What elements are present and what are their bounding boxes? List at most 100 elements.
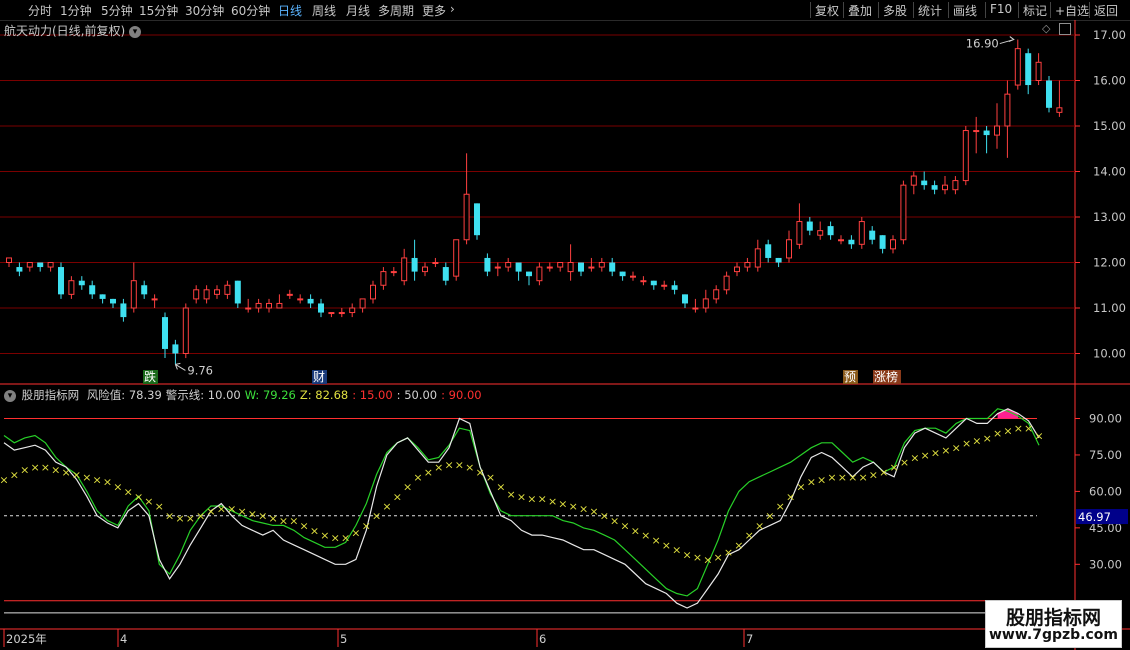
series-z-point: × xyxy=(237,505,246,518)
toolbar-button-8[interactable]: 返回 xyxy=(1094,2,1118,19)
series-z-point: × xyxy=(258,510,267,523)
candle-body-up xyxy=(255,302,262,309)
series-z-point: × xyxy=(941,444,950,457)
series-z-point: × xyxy=(745,529,754,542)
toolbar-separator xyxy=(810,2,811,18)
period-tab-1[interactable]: 1分钟 xyxy=(60,2,92,19)
candle-body-up xyxy=(422,266,428,273)
period-tab-8[interactable]: 月线 xyxy=(346,2,370,19)
series-z-point: × xyxy=(569,500,578,513)
toolbar-button-0[interactable]: 复权 xyxy=(815,2,839,19)
toolbar-button-4[interactable]: 画线 xyxy=(953,2,977,19)
kline-chart[interactable]: 17.00 16.00 15.00 14.00 13.00 12.00 11.00 10.00… xyxy=(0,20,1130,385)
indicator-tick-label: 90.00 xyxy=(1089,412,1122,426)
candle-body-down xyxy=(37,262,44,268)
series-z-point: × xyxy=(93,473,102,486)
toolbar-button-3[interactable]: 统计 xyxy=(918,2,942,19)
series-z-point: × xyxy=(496,481,505,494)
toolbar-button-5[interactable]: F10 xyxy=(990,2,1012,16)
toolbar-separator xyxy=(878,2,879,18)
candle-body-up xyxy=(900,184,907,241)
candle-body-up xyxy=(702,298,709,309)
candle-body-up xyxy=(598,262,605,268)
series-z-point: × xyxy=(289,515,298,528)
legend-item-6: : 90.00 xyxy=(441,388,482,402)
candle-body-up xyxy=(713,289,720,300)
series-z-point: × xyxy=(734,539,743,552)
series-z-point: × xyxy=(807,476,816,489)
candle-body-down xyxy=(1046,80,1052,108)
period-tab-10[interactable]: 更多 xyxy=(422,2,446,19)
toolbar-button-2[interactable]: 多股 xyxy=(883,2,907,19)
series-z-point: × xyxy=(424,466,433,479)
candle-body-down xyxy=(318,303,324,313)
period-tab-5[interactable]: 60分钟 xyxy=(231,2,270,19)
candle-body-up xyxy=(910,175,917,186)
candle-body-down xyxy=(99,294,106,299)
candle-body-up xyxy=(994,125,1000,136)
period-tab-9[interactable]: 多周期 xyxy=(378,2,414,19)
series-z-point: × xyxy=(879,466,888,479)
period-tab-0[interactable]: 分时 xyxy=(28,2,52,19)
candle-body-up xyxy=(328,312,335,315)
series-z-point: × xyxy=(113,481,122,494)
time-axis-label: 7 xyxy=(746,632,753,646)
series-z-point: × xyxy=(786,490,795,503)
period-tab-6[interactable]: 日线 xyxy=(278,2,302,19)
series-z-point: × xyxy=(962,437,971,450)
candle-body-up xyxy=(1056,107,1063,113)
candle-body-up xyxy=(692,307,699,310)
toolbar-separator xyxy=(1050,2,1051,18)
candle-body-down xyxy=(869,230,876,240)
chevron-down-icon[interactable]: ▾ xyxy=(4,389,16,402)
series-z-point: × xyxy=(82,471,91,484)
candle-body-up xyxy=(68,280,75,295)
time-axis-label: 4 xyxy=(120,632,127,646)
candle-body-up xyxy=(130,280,137,309)
series-z-point: × xyxy=(372,510,381,523)
overbought-fill xyxy=(997,408,1019,419)
current-value-label: 46.97 xyxy=(1078,510,1111,524)
candle-body-up xyxy=(786,239,792,259)
series-z-point: × xyxy=(610,515,619,528)
more-arrow-icon[interactable]: › xyxy=(450,2,455,16)
toolbar-button-7[interactable]: +自选 xyxy=(1055,2,1089,19)
window-toggle-icon[interactable] xyxy=(1059,23,1071,35)
diamond-icon[interactable]: ◇ xyxy=(1042,22,1050,35)
series-z-point: × xyxy=(703,553,712,566)
series-z-point: × xyxy=(910,451,919,464)
candle-body-up xyxy=(203,289,210,300)
price-tick-label: 12.00 xyxy=(1093,256,1126,270)
period-tab-7[interactable]: 周线 xyxy=(312,2,336,19)
series-z-point: × xyxy=(41,461,50,474)
indicator-chart[interactable]: 90.0075.0060.0045.0030.00× × × × × × × × × × × × × × ×… xyxy=(0,385,1130,650)
candle-body-up xyxy=(349,307,356,314)
series-z-point: × xyxy=(579,502,588,515)
candle-body-down xyxy=(650,280,657,286)
candle-body-up xyxy=(214,289,220,295)
toolbar-button-6[interactable]: 标记 xyxy=(1023,2,1047,19)
candle-body-up xyxy=(370,284,376,300)
candle-body-down xyxy=(307,298,314,304)
candle-body-down xyxy=(16,267,23,272)
series-z-point: × xyxy=(972,434,981,447)
period-tab-2[interactable]: 5分钟 xyxy=(101,2,133,19)
indicator-tick-label: 75.00 xyxy=(1089,448,1122,462)
period-tab-3[interactable]: 15分钟 xyxy=(139,2,178,19)
series-z-point: × xyxy=(983,432,992,445)
toolbar-button-1[interactable]: 叠加 xyxy=(848,2,872,19)
series-z-point: × xyxy=(889,461,898,474)
series-z-point: × xyxy=(641,529,650,542)
period-tab-4[interactable]: 30分钟 xyxy=(185,2,224,19)
watermark-title: 股朋指标网 xyxy=(1005,607,1101,629)
candle-body-up xyxy=(661,284,668,287)
legend-item-1: 警示线: 10.00 xyxy=(165,388,241,402)
candle-body-down xyxy=(827,226,834,236)
series-z-point: × xyxy=(465,461,474,474)
chevron-down-icon[interactable]: ▾ xyxy=(129,25,142,38)
candle-body-up xyxy=(47,262,54,268)
toolbar-separator xyxy=(985,2,986,18)
candle-body-up xyxy=(817,230,824,236)
series-z-point: × xyxy=(341,532,350,545)
series-z-point: × xyxy=(279,515,288,528)
